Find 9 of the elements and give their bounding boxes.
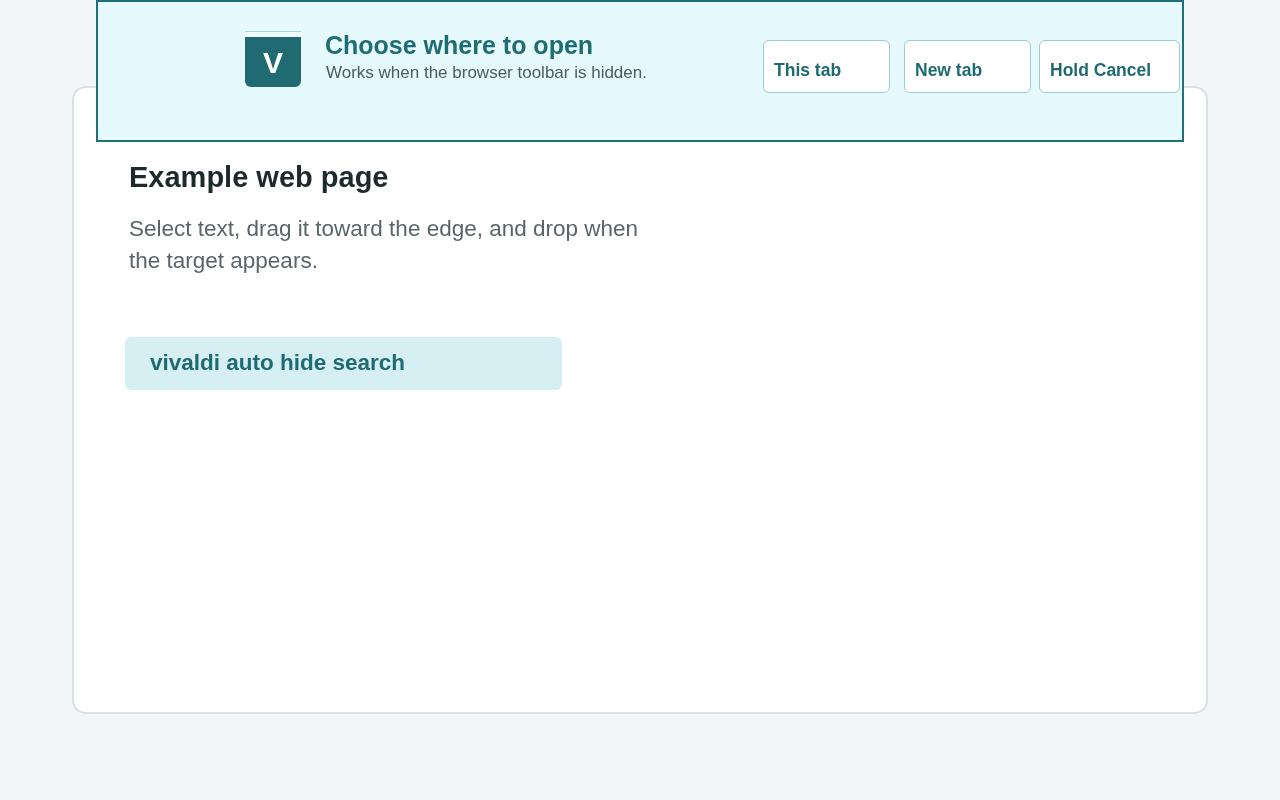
app-logo: V (245, 31, 301, 87)
page-description: Select text, drag it toward the edge, and drop when the target appears. (129, 214, 640, 275)
selected-text: vivaldi auto hide search (125, 336, 562, 390)
target-button[interactable]: New tab (904, 40, 1031, 93)
target-button[interactable]: This tab (763, 40, 890, 93)
page-heading: Example web page (129, 160, 390, 195)
banner-subtitle: Works when the browser toolbar is hidden. (326, 62, 647, 84)
banner-title: Choose where to open (325, 30, 595, 60)
target-button[interactable]: Hold Cancel (1039, 40, 1180, 93)
